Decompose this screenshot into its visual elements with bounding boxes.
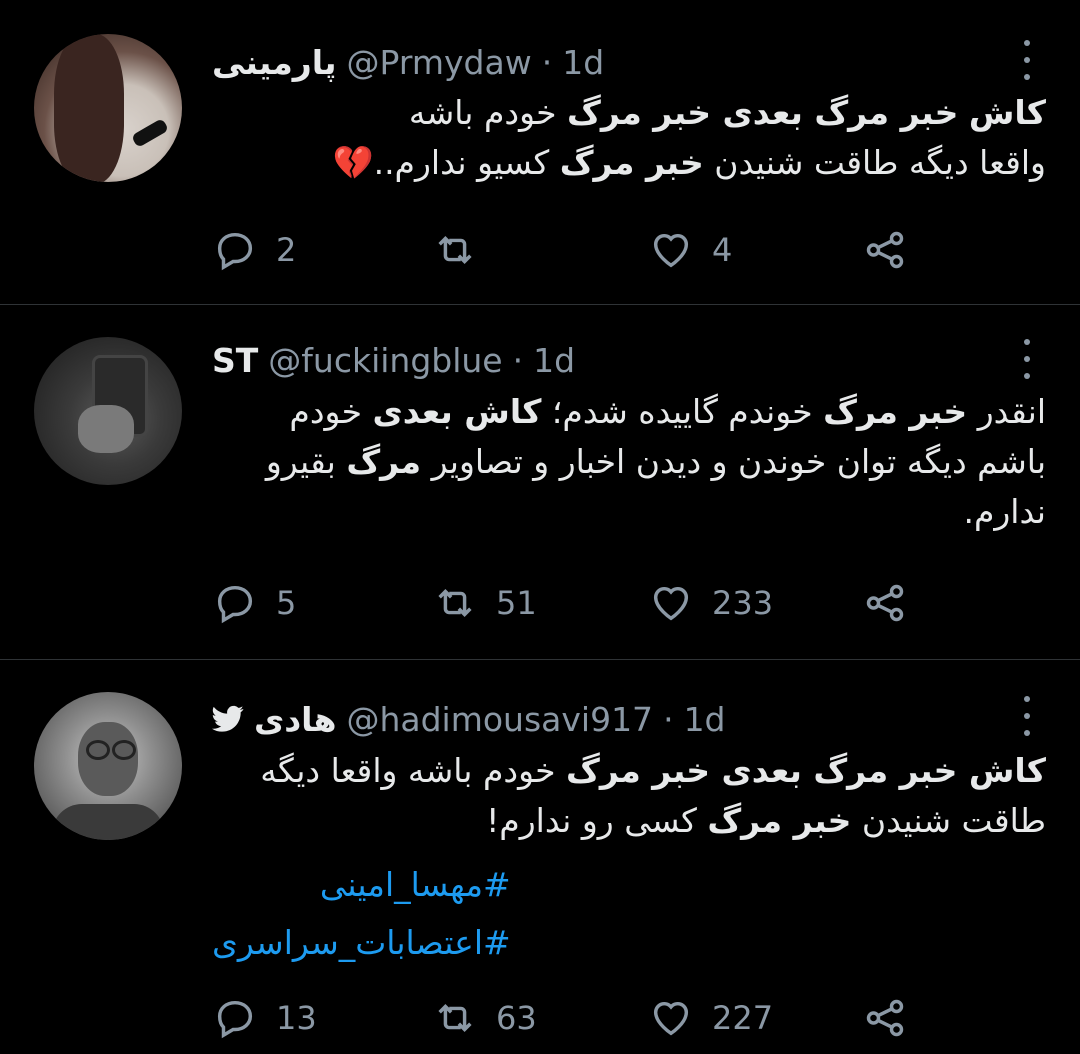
retweet-icon — [438, 1004, 472, 1032]
like-icon — [653, 233, 689, 268]
text-segment: کسیو ندارم..💔 — [332, 143, 560, 182]
tweet-text: کاش خبر مرگ بعدی خبر مرگ خودم باشه واقعا… — [212, 746, 1046, 846]
reply-count: 5 — [276, 584, 297, 622]
share-button[interactable] — [862, 226, 908, 274]
tweet-text-line: واقعا دیگه طاقت شنیدن خبر مرگ کسیو ندارم… — [212, 138, 1046, 188]
highlighted-term: خبر مرگ — [707, 801, 852, 840]
avatar[interactable] — [34, 34, 182, 182]
text-segment: ندارم. — [963, 492, 1046, 531]
share-icon — [866, 999, 904, 1037]
like-count: 227 — [712, 999, 774, 1037]
retweet-icon — [438, 236, 472, 264]
separator-dot: · — [663, 699, 674, 739]
tweet-text: کاش خبر مرگ بعدی خبر مرگ خودم باشه واقعا … — [212, 88, 1046, 188]
tweet-header: ST @fuckiingblue · 1d — [212, 335, 1010, 385]
tweet-text-line: طاقت شنیدن خبر مرگ کسی رو ندارم! — [212, 796, 1046, 846]
display-name[interactable]: هادی — [254, 700, 336, 739]
share-icon — [866, 231, 904, 269]
timestamp[interactable]: 1d — [684, 700, 726, 739]
tweet-text-line: انقدر خبر مرگ خوندم گاییده شدم؛ کاش بعدی… — [212, 387, 1046, 437]
hashtag-link[interactable]: #اعتصابات_سراسری — [212, 914, 511, 972]
like-button[interactable]: 233 — [648, 579, 773, 627]
text-segment: باشم دیگه توان خوندن و دیدن اخبار و تصاو… — [421, 442, 1046, 481]
reply-count: 13 — [276, 999, 317, 1037]
timestamp[interactable]: 1d — [533, 341, 575, 380]
reply-button[interactable]: 13 — [212, 994, 317, 1042]
like-button[interactable]: 4 — [648, 226, 732, 274]
text-segment: خودم باشه واقعا دیگه — [260, 751, 567, 790]
retweet-button[interactable]: 63 — [432, 994, 537, 1042]
twitter-bird-icon — [212, 705, 244, 732]
tweet-1[interactable]: پارمینی @Prmydaw · 1d کاش خبر مرگ بعدی خ… — [0, 0, 1080, 304]
separator-dot: · — [512, 340, 524, 380]
display-name[interactable]: پارمینی — [212, 43, 337, 82]
tweet-text-line: کاش خبر مرگ بعدی خبر مرگ خودم باشه واقعا… — [212, 746, 1046, 796]
user-handle[interactable]: @hadimousavi917 — [346, 700, 653, 739]
like-count: 233 — [712, 584, 774, 622]
reply-button[interactable]: 2 — [212, 226, 296, 274]
separator-dot: · — [541, 42, 553, 82]
like-button[interactable]: 227 — [648, 994, 773, 1042]
more-icon[interactable] — [1020, 40, 1034, 80]
text-segment: واقعا دیگه طاقت شنیدن — [703, 143, 1046, 182]
reply-icon — [217, 232, 253, 271]
share-button[interactable] — [862, 579, 908, 627]
text-segment: خودم — [289, 392, 373, 431]
highlighted-term: مرگ — [346, 442, 422, 481]
tweet-text-line: کاش خبر مرگ بعدی خبر مرگ خودم باشه — [212, 88, 1046, 138]
tweet-text-line: باشم دیگه توان خوندن و دیدن اخبار و تصاو… — [212, 437, 1046, 487]
tweet-header: پارمینی @Prmydaw · 1d — [212, 37, 1010, 87]
tweet-header: هادی @hadimousavi917 · 1d — [212, 694, 1010, 744]
tweet-text: انقدر خبر مرگ خوندم گاییده شدم؛ کاش بعدی… — [212, 387, 1046, 537]
highlighted-term: کاش بعدی — [372, 392, 542, 431]
text-segment: خوندم گاییده شدم؛ — [541, 392, 824, 431]
highlighted-term: خبر مرگ — [823, 392, 968, 431]
like-count: 4 — [712, 231, 733, 269]
text-segment: کسی رو ندارم! — [486, 801, 708, 840]
like-icon — [653, 586, 689, 621]
share-icon — [866, 584, 904, 622]
hashtag-link[interactable]: #مهسا_امینی — [212, 856, 511, 914]
reply-icon — [217, 1000, 253, 1039]
text-segment — [958, 93, 969, 132]
retweet-button[interactable] — [432, 226, 496, 274]
avatar[interactable] — [34, 337, 182, 485]
retweet-count: 51 — [496, 584, 537, 622]
more-icon[interactable] — [1020, 339, 1034, 379]
tweet-3[interactable]: هادی @hadimousavi917 · 1d کاش خبر مرگ بع… — [0, 660, 1080, 1054]
retweet-count: 63 — [496, 999, 537, 1037]
text-segment: خودم باشه — [408, 93, 568, 132]
avatar[interactable] — [34, 692, 182, 840]
hashtag-list: #مهسا_امینی #اعتصابات_سراسری — [212, 856, 511, 972]
highlighted-term: کاش — [968, 93, 1046, 132]
timestamp[interactable]: 1d — [562, 43, 604, 82]
reply-icon — [217, 585, 253, 624]
text-segment: طاقت شنیدن — [851, 801, 1046, 840]
text-segment: انقدر — [967, 392, 1046, 431]
reply-button[interactable]: 5 — [212, 579, 296, 627]
share-button[interactable] — [862, 994, 908, 1042]
display-name[interactable]: ST — [212, 341, 258, 380]
more-icon[interactable] — [1020, 696, 1034, 736]
user-handle[interactable]: @fuckiingblue — [268, 341, 502, 380]
tweet-text-line: ندارم. — [212, 487, 1046, 537]
text-segment: بقیرو — [265, 442, 347, 481]
user-handle[interactable]: @Prmydaw — [347, 43, 532, 82]
retweet-button[interactable]: 51 — [432, 579, 537, 627]
retweet-icon — [438, 589, 472, 617]
highlighted-term: خبر مرگ بعدی خبر مرگ — [567, 93, 959, 132]
highlighted-term: کاش خبر مرگ بعدی خبر مرگ — [566, 751, 1046, 790]
tweet-2[interactable]: ST @fuckiingblue · 1d انقدر خبر مرگ خوند… — [0, 305, 1080, 659]
like-icon — [653, 1001, 689, 1036]
highlighted-term: خبر مرگ — [559, 143, 704, 182]
reply-count: 2 — [276, 231, 297, 269]
